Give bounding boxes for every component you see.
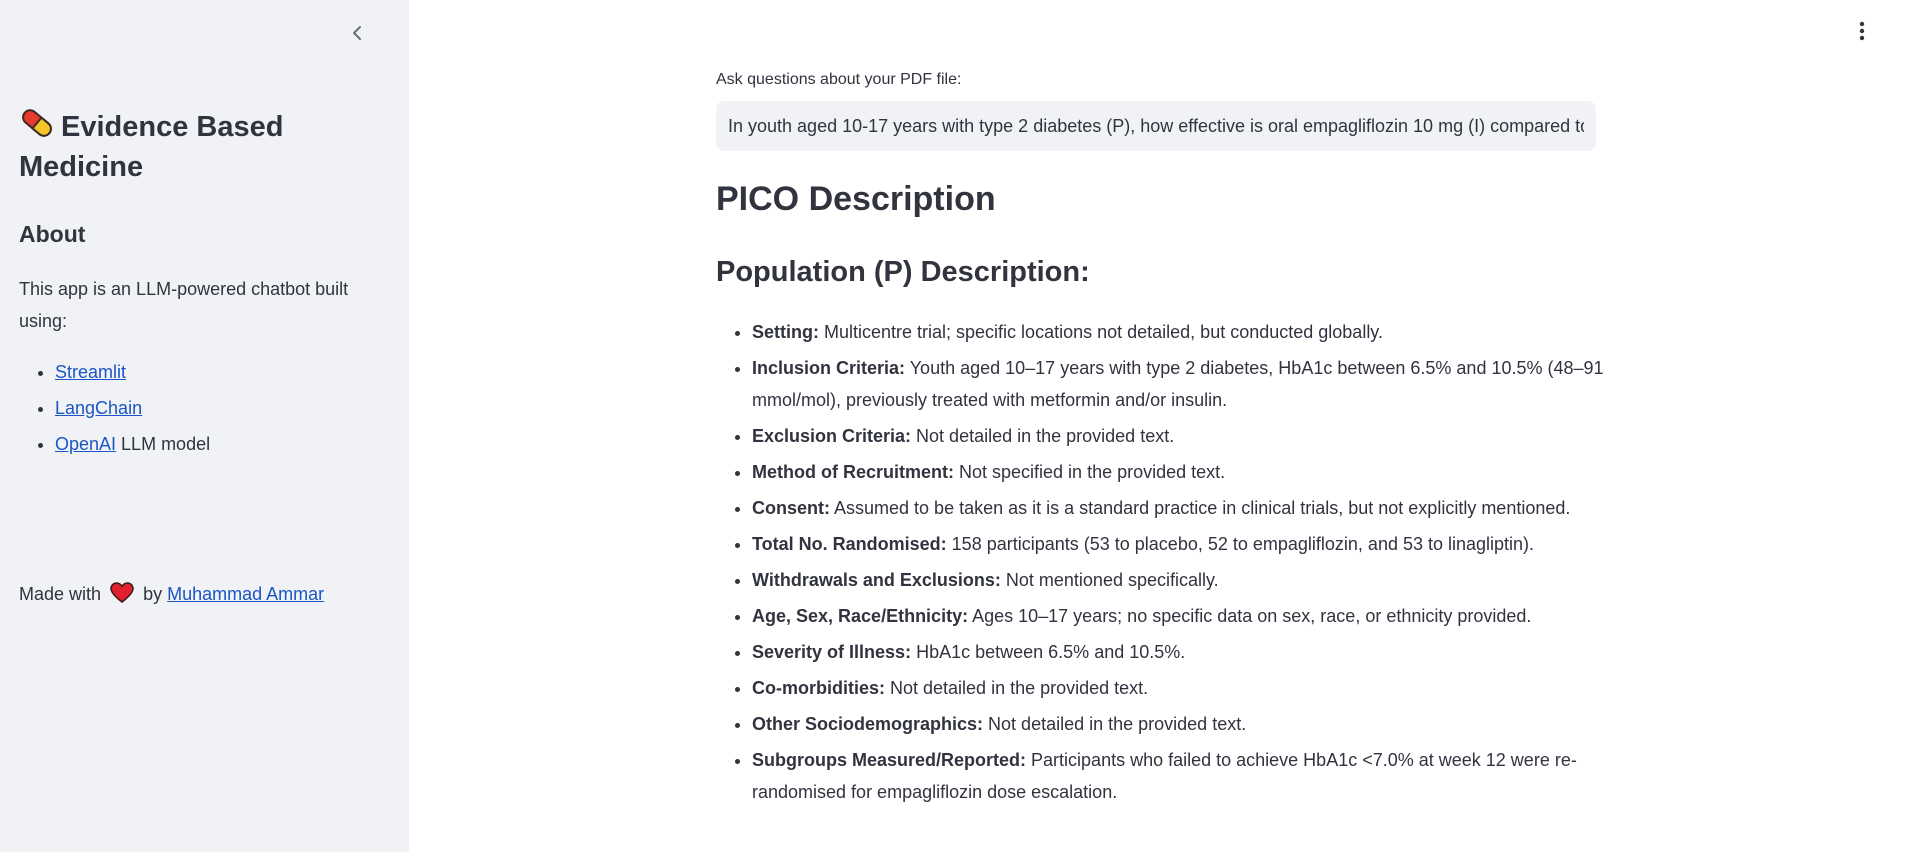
item-label: Method of Recruitment:	[752, 462, 954, 482]
item-text: Not detailed in the provided text.	[885, 678, 1149, 698]
list-item: Method of Recruitment: Not specified in …	[752, 456, 1632, 488]
app-root: Evidence Based Medicine About This app i…	[0, 0, 1908, 852]
item-label: Exclusion Criteria:	[752, 426, 912, 446]
sidebar: Evidence Based Medicine About This app i…	[0, 0, 409, 852]
item-text: Multicentre trial; specific locations no…	[819, 322, 1383, 342]
langchain-link[interactable]: LangChain	[55, 398, 142, 418]
item-label: Age, Sex, Race/Ethnicity:	[752, 606, 969, 626]
list-item: Total No. Randomised: 158 participants (…	[752, 528, 1632, 560]
made-with-footer: Made with by Muhammad Ammar	[19, 580, 324, 612]
made-with-by: by	[143, 584, 163, 604]
list-item: Severity of Illness: HbA1c between 6.5% …	[752, 636, 1632, 668]
item-label: Total No. Randomised:	[752, 534, 947, 554]
sidebar-title-text: Evidence Based Medicine	[19, 111, 284, 183]
about-text: This app is an LLM-powered chatbot built…	[19, 279, 349, 331]
list-item: Inclusion Criteria: Youth aged 10–17 yea…	[752, 352, 1632, 416]
item-label: Co-morbidities:	[752, 678, 885, 698]
list-item: Subgroups Measured/Reported: Participant…	[752, 744, 1632, 808]
author-link[interactable]: Muhammad Ammar	[167, 584, 324, 604]
openai-suffix: LLM model	[116, 434, 211, 454]
list-item: Exclusion Criteria: Not detailed in the …	[752, 420, 1632, 452]
main-menu-button[interactable]	[1850, 18, 1874, 44]
item-label: Inclusion Criteria:	[752, 358, 906, 378]
collapse-sidebar-button[interactable]	[344, 20, 370, 46]
item-text: HbA1c between 6.5% and 10.5%.	[911, 642, 1186, 662]
list-item: Age, Sex, Race/Ethnicity: Ages 10–17 yea…	[752, 600, 1632, 632]
list-item: Consent: Assumed to be taken as it is a …	[752, 492, 1632, 524]
list-item: LangChain	[55, 390, 210, 426]
list-item: OpenAI LLM model	[55, 426, 210, 462]
item-text: Not specified in the provided text.	[954, 462, 1226, 482]
openai-link[interactable]: OpenAI	[55, 434, 116, 454]
list-item: Withdrawals and Exclusions: Not mentione…	[752, 564, 1632, 596]
sidebar-title: Evidence Based Medicine	[19, 106, 319, 185]
item-text: Not detailed in the provided text.	[983, 714, 1247, 734]
question-input[interactable]	[716, 101, 1596, 151]
list-item: Co-morbidities: Not detailed in the prov…	[752, 672, 1632, 704]
population-list: Setting: Multicentre trial; specific loc…	[716, 316, 1632, 812]
item-text: Ages 10–17 years; no specific data on se…	[968, 606, 1532, 626]
made-with-prefix: Made with	[19, 584, 102, 604]
item-label: Consent:	[752, 498, 830, 518]
item-label: Withdrawals and Exclusions:	[752, 570, 1001, 590]
list-item: Streamlit	[55, 354, 210, 390]
chevron-left-icon	[353, 26, 361, 40]
item-text: Assumed to be taken as it is a standard …	[830, 498, 1571, 518]
item-text: Not detailed in the provided text.	[911, 426, 1175, 446]
heart-icon	[110, 582, 134, 612]
question-label: Ask questions about your PDF file:	[716, 71, 962, 88]
item-label: Other Sociodemographics:	[752, 714, 984, 734]
pill-icon	[19, 106, 55, 149]
list-item: Other Sociodemographics: Not detailed in…	[752, 708, 1632, 740]
population-heading: Population (P) Description:	[716, 256, 1090, 288]
item-text: Not mentioned specifically.	[1000, 570, 1219, 590]
list-item: Setting: Multicentre trial; specific loc…	[752, 316, 1632, 348]
about-links-list: Streamlit LangChain OpenAI LLM model	[19, 354, 210, 462]
item-label: Setting:	[752, 322, 819, 342]
pico-heading: PICO Description	[716, 180, 996, 218]
item-label: Subgroups Measured/Reported:	[752, 750, 1027, 770]
kebab-menu-icon	[1859, 21, 1865, 41]
about-heading: About	[19, 221, 86, 247]
streamlit-link[interactable]: Streamlit	[55, 362, 126, 382]
item-text: 158 participants (53 to placebo, 52 to e…	[946, 534, 1535, 554]
item-label: Severity of Illness:	[752, 642, 912, 662]
